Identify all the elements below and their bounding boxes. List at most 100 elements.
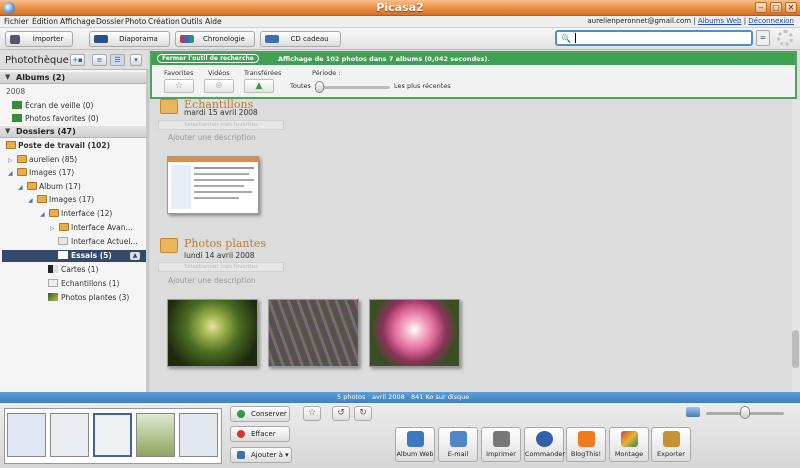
print-button[interactable]: Imprimer bbox=[481, 427, 521, 462]
tree-item-cartes[interactable]: Cartes (1) bbox=[48, 264, 98, 276]
folder-icon bbox=[160, 99, 178, 114]
folder-action-arrow-icon[interactable]: ▲ bbox=[130, 252, 140, 260]
favorites-filter-star-icon[interactable]: ☆ bbox=[164, 79, 194, 93]
keep-button[interactable]: Conserver bbox=[230, 406, 290, 422]
rotate-left-icon[interactable]: ↺ bbox=[332, 406, 350, 421]
web-albums-link[interactable]: Albums Web bbox=[698, 17, 742, 25]
folder-icon bbox=[6, 141, 16, 149]
status-bar: 5 photos avril 2008 841 Ko sur disque bbox=[0, 392, 800, 403]
tree-item-photos-plantes[interactable]: Photos plantes (3) bbox=[48, 292, 129, 304]
tree-item-aurelien[interactable]: ▷ aurelien (85) bbox=[8, 154, 77, 166]
tree-item-interface-advanced[interactable]: ▷ Interface Avan... bbox=[50, 222, 133, 234]
collapse-arrow-icon[interactable]: ◢ bbox=[18, 182, 26, 194]
photo-thumbnail[interactable] bbox=[268, 299, 359, 367]
close-icon[interactable]: ✕ bbox=[785, 2, 797, 13]
uploaded-filter-upload-icon[interactable]: ▲ bbox=[244, 79, 274, 93]
status-photo-count: 5 photos bbox=[337, 393, 366, 401]
tray-thumbnail[interactable] bbox=[50, 413, 89, 457]
menu-edit[interactable]: Édition bbox=[32, 17, 58, 26]
period-recent-label: Les plus récentes bbox=[394, 82, 451, 90]
search-clear-button[interactable]: = bbox=[756, 30, 770, 46]
sidebar-item-starred-photos[interactable]: Photos favorites (0) bbox=[12, 113, 99, 125]
order-button[interactable]: Commander bbox=[524, 427, 565, 462]
expand-arrow-icon[interactable]: ▷ bbox=[8, 155, 16, 167]
album-description[interactable]: Ajouter une description bbox=[168, 276, 256, 285]
blogthis-button[interactable]: BlogThis! bbox=[566, 427, 606, 462]
logout-link[interactable]: Déconnexion bbox=[748, 17, 794, 25]
web-album-button[interactable]: Album Web bbox=[395, 427, 435, 462]
tree-item-interface[interactable]: ◢ Interface (12) bbox=[40, 208, 112, 220]
tray-thumbnail[interactable] bbox=[93, 413, 132, 457]
favorites-label: Favorites bbox=[164, 69, 194, 77]
collapse-arrow-icon[interactable]: ◢ bbox=[8, 168, 16, 180]
tray-thumbnail[interactable] bbox=[7, 413, 46, 457]
thumbnail-size-handle[interactable] bbox=[740, 406, 750, 419]
clear-icon bbox=[237, 430, 245, 438]
sidebar-splitter[interactable] bbox=[146, 70, 149, 392]
menu-file[interactable]: Fichier bbox=[4, 17, 29, 26]
collapse-arrow-icon[interactable]: ◢ bbox=[28, 195, 36, 207]
web-album-icon bbox=[407, 431, 424, 447]
album-description[interactable]: Ajouter une description bbox=[168, 133, 256, 142]
menu-view[interactable]: Affichage bbox=[60, 17, 95, 26]
folder-icon bbox=[17, 168, 27, 176]
minimize-icon[interactable]: ‒ bbox=[755, 2, 767, 13]
tree-item-images[interactable]: ◢ Images (17) bbox=[8, 167, 74, 179]
select-favorites-button[interactable]: Sélectionner mes favorites bbox=[158, 262, 284, 272]
main-scrollbar-thumb[interactable] bbox=[792, 330, 799, 368]
collapse-arrow-icon[interactable]: ◢ bbox=[40, 209, 48, 221]
timeline-button[interactable]: Chronologie bbox=[175, 31, 255, 47]
menu-tools[interactable]: Outils bbox=[181, 17, 203, 26]
menu-photo[interactable]: Photo bbox=[125, 17, 146, 26]
collage-button[interactable]: Montage bbox=[609, 427, 649, 462]
email-button[interactable]: E-mail bbox=[438, 427, 478, 462]
albums-section-header[interactable]: ▼ Albums (2) bbox=[0, 72, 148, 84]
close-search-button[interactable]: Fermer l'outil de recherche bbox=[157, 54, 259, 63]
period-all-label: Toutes bbox=[290, 82, 311, 90]
menu-create[interactable]: Création bbox=[148, 17, 180, 26]
tree-item-interface-current[interactable]: Interface Actuel... bbox=[58, 236, 138, 248]
photo-thumbnail[interactable] bbox=[167, 156, 259, 214]
gift-cd-button[interactable]: CD cadeau bbox=[260, 31, 341, 47]
select-favorites-button[interactable]: Sélectionner mes favorites bbox=[158, 120, 284, 130]
tree-item-essais[interactable]: Essais (5) ▲ bbox=[2, 250, 146, 262]
tree-item-my-computer[interactable]: Poste de travail (102) bbox=[6, 140, 110, 152]
library-title: Photothèque bbox=[5, 55, 69, 66]
slideshow-button[interactable]: Diaporama bbox=[89, 31, 170, 47]
period-slider-handle[interactable] bbox=[315, 81, 324, 93]
rotate-right-icon[interactable]: ↻ bbox=[354, 406, 372, 421]
search-input[interactable]: 🔍 bbox=[555, 30, 753, 46]
folder-icon bbox=[160, 238, 178, 253]
tray-thumbnail[interactable] bbox=[179, 413, 218, 457]
tree-view-icon[interactable]: ☰ bbox=[110, 54, 125, 66]
export-button[interactable]: Exporter bbox=[651, 427, 691, 462]
photo-thumbnail[interactable] bbox=[167, 299, 258, 367]
clear-button[interactable]: Effacer bbox=[230, 426, 290, 442]
tree-item-images-sub[interactable]: ◢ Images (17) bbox=[28, 194, 94, 206]
view-menu-chevron-down-icon[interactable]: ▾ bbox=[130, 54, 142, 66]
folders-section-header[interactable]: ▼ Dossiers (47) bbox=[0, 126, 148, 138]
add-to-button[interactable]: Ajouter à ▾ bbox=[230, 447, 292, 463]
menu-folder[interactable]: Dossier bbox=[96, 17, 124, 26]
star-icon[interactable]: ☆ bbox=[303, 406, 321, 421]
list-view-icon[interactable]: ≡ bbox=[92, 54, 107, 66]
account-links: aurelienperonnet@gmail.com | Albums Web … bbox=[587, 17, 794, 25]
menu-help[interactable]: Aide bbox=[205, 17, 222, 26]
add-album-button[interactable]: +▪ bbox=[70, 54, 85, 66]
period-slider-track[interactable] bbox=[318, 86, 390, 89]
tree-item-echantillons[interactable]: Echantillons (1) bbox=[48, 278, 119, 290]
order-icon bbox=[536, 431, 553, 447]
expand-arrow-icon[interactable]: ▷ bbox=[50, 223, 58, 235]
period-label: Période : bbox=[312, 69, 341, 77]
videos-filter-film-icon[interactable]: ⊕ bbox=[204, 79, 234, 93]
album-title[interactable]: Photos plantes bbox=[184, 237, 266, 250]
photo-thumbnail[interactable] bbox=[369, 299, 460, 367]
sidebar-item-screensaver[interactable]: Écran de veille (0) bbox=[12, 100, 93, 112]
uploaded-label: Transférées bbox=[244, 69, 282, 77]
tree-item-album[interactable]: ◢ Album (17) bbox=[18, 181, 81, 193]
photo-tray bbox=[4, 408, 222, 464]
maximize-icon[interactable]: □ bbox=[770, 2, 782, 13]
import-button[interactable]: Importer bbox=[5, 31, 73, 47]
videos-label: Vidéos bbox=[208, 69, 230, 77]
tray-thumbnail[interactable] bbox=[136, 413, 175, 457]
